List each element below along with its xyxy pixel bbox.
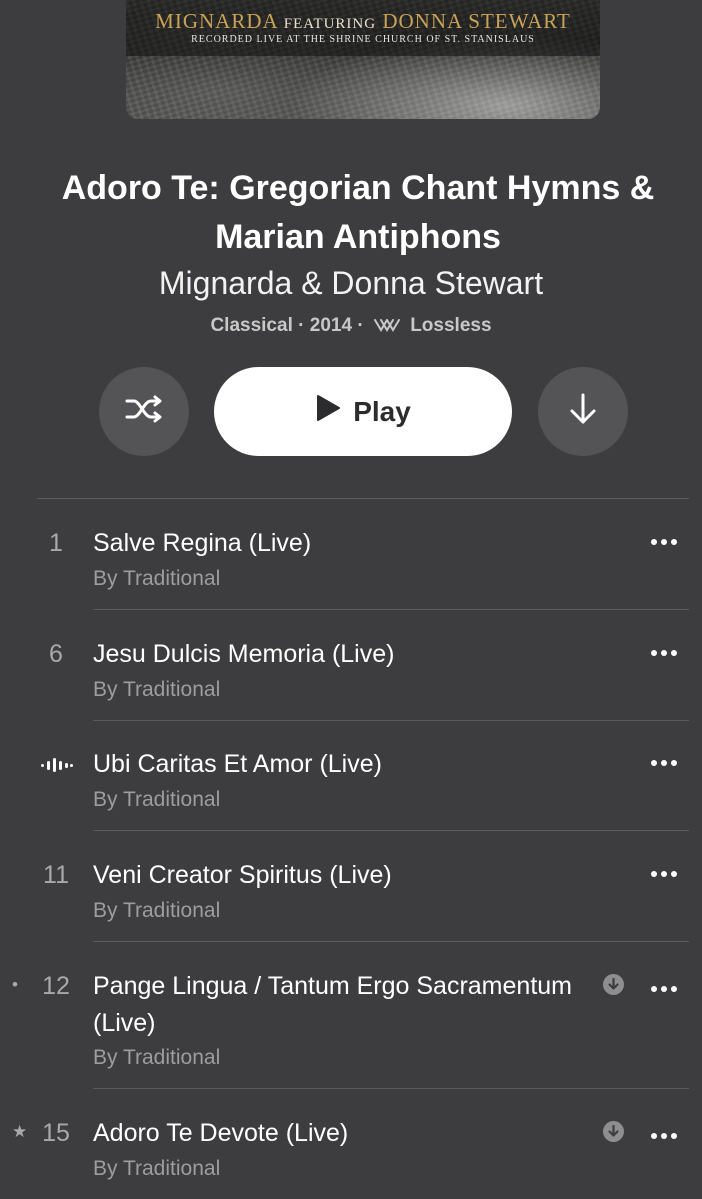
more-options-icon[interactable] [650, 533, 678, 551]
track-number: 1 [49, 529, 63, 557]
artwork-subtitle: RECORDED LIVE AT THE SHRINE CHURCH OF ST… [191, 34, 535, 45]
shuffle-button[interactable] [99, 367, 189, 456]
album-artist[interactable]: Mignarda & Donna Stewart [0, 265, 702, 302]
album-year: 2014 [309, 315, 353, 336]
album-meta: Classical · 2014 · Lossless [0, 315, 702, 340]
more-options-icon[interactable] [650, 754, 678, 772]
track-artist: By Traditional [93, 1157, 221, 1180]
download-button[interactable] [538, 367, 628, 456]
track-title: Salve Regina (Live) [93, 529, 312, 557]
track-row[interactable]: 1 Salve Regina (Live) By Traditional [0, 499, 702, 610]
track-artist: By Traditional [93, 678, 221, 701]
track-title: Ubi Caritas Et Amor (Live) [93, 750, 382, 778]
downloaded-icon [603, 1121, 624, 1147]
play-button[interactable]: Play [214, 367, 512, 456]
track-number: 6 [49, 640, 63, 668]
play-icon [315, 394, 353, 429]
track-row[interactable]: 6 Jesu Dulcis Memoria (Live) By Traditio… [0, 610, 702, 721]
track-artist: By Traditional [93, 899, 221, 922]
more-options-icon[interactable] [650, 865, 678, 883]
album-genre: Classical [210, 315, 293, 336]
favorite-star-icon: ★ [12, 1122, 28, 1141]
track-artist: By Traditional [93, 567, 221, 590]
artwork-featured: Donna Stewart [382, 9, 571, 33]
downloaded-icon [603, 974, 624, 1000]
lossless-icon [373, 316, 403, 340]
play-label: Play [353, 395, 411, 427]
track-title: Adoro Te Devote (Live) [93, 1119, 349, 1147]
artwork-title: Mignarda Featuring Donna Stewart [126, 9, 600, 34]
new-indicator-dot: • [12, 975, 18, 994]
download-arrow-icon [568, 392, 598, 431]
meta-separator: · [298, 315, 305, 336]
album-title: Adoro Te: Gregorian Chant Hymns & Marian… [61, 169, 655, 256]
track-number: 12 [42, 972, 70, 1000]
more-options-icon[interactable] [650, 980, 678, 998]
more-options-icon[interactable] [650, 644, 678, 662]
track-number: 15 [42, 1119, 70, 1147]
track-row[interactable]: • 12 Pange Lingua / Tantum Ergo Sacramen… [0, 942, 702, 1089]
track-artist: By Traditional [93, 788, 221, 811]
artwork-artist: Mignarda [155, 9, 278, 33]
track-row[interactable]: 11 Veni Creator Spiritus (Live) By Tradi… [0, 831, 702, 942]
artwork-featuring: Featuring [283, 16, 377, 32]
meta-separator: · [357, 315, 364, 336]
album-page: Mignarda Featuring Donna Stewart RECORDE… [0, 0, 702, 1199]
track-title: Veni Creator Spiritus (Live) [93, 861, 392, 889]
track-artist: By Traditional [93, 1046, 221, 1069]
track-title: Pange Lingua / Tantum Ergo Sacramentum (… [93, 972, 572, 1037]
track-title: Jesu Dulcis Memoria (Live) [93, 640, 395, 668]
album-artwork[interactable]: Mignarda Featuring Donna Stewart RECORDE… [126, 0, 600, 119]
now-playing-waveform-icon [41, 758, 73, 777]
album-quality: Lossless [410, 315, 492, 336]
shuffle-icon [124, 394, 164, 429]
more-options-icon[interactable] [650, 1127, 678, 1145]
track-row-now-playing[interactable]: Ubi Caritas Et Amor (Live) By Traditiona… [0, 720, 702, 831]
track-row[interactable]: ★ 15 Adoro Te Devote (Live) By Tradition… [0, 1089, 702, 1199]
track-number: 11 [43, 861, 69, 889]
